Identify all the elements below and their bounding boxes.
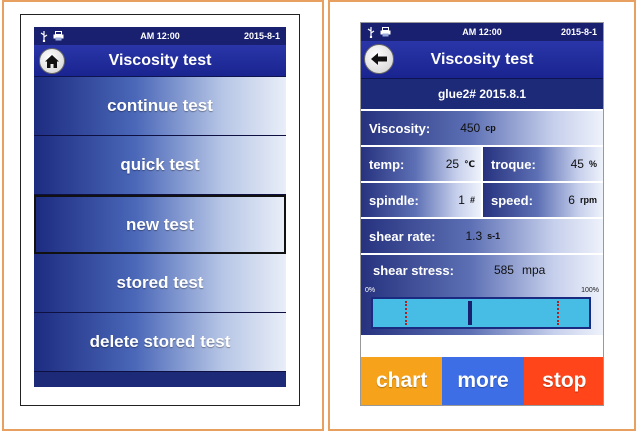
gauge-low-marker xyxy=(405,301,408,325)
test-screen-panel: AM 12:00 2015-8-1 Viscosity test glue2# … xyxy=(328,0,636,431)
menu-list: continue test quick test new test stored… xyxy=(34,77,286,387)
usb-icon xyxy=(367,26,375,38)
menu-item-delete-stored-test[interactable]: delete stored test xyxy=(34,313,286,372)
test-name-label: glue2# 2015.8.1 xyxy=(361,79,603,111)
printer-icon xyxy=(53,31,64,41)
viscosity-row: Viscosity: 450 cp xyxy=(361,111,603,147)
speed-value: 6 xyxy=(568,193,575,207)
shear-rate-unit: s-1 xyxy=(487,231,501,241)
menu-screen-panel: AM 12:00 2015-8-1 Viscosity test continu… xyxy=(2,0,324,431)
test-screen: AM 12:00 2015-8-1 Viscosity test glue2# … xyxy=(360,22,604,406)
menu-item-stored-test[interactable]: stored test xyxy=(34,254,286,313)
printer-icon xyxy=(380,27,391,37)
spindle-value: 1 xyxy=(458,193,465,207)
page-title: Viscosity test xyxy=(108,51,212,69)
speed-unit: rpm xyxy=(579,195,597,205)
device-bezel: AM 12:00 2015-8-1 Viscosity test continu… xyxy=(20,14,300,406)
troque-value: 45 xyxy=(570,157,584,171)
shear-stress-gauge xyxy=(371,297,591,329)
troque-cell: troque: 45 % xyxy=(481,147,603,181)
shear-rate-cell: shear rate: 1.3 s-1 xyxy=(361,219,603,253)
speed-label: speed: xyxy=(491,192,533,208)
spindle-speed-row: spindle: 1 # speed: 6 rpm xyxy=(361,183,603,219)
menu-item-quick-test[interactable]: quick test xyxy=(34,136,286,195)
viscosity-label: Viscosity: xyxy=(369,120,431,136)
status-bar: AM 12:00 2015-8-1 xyxy=(34,27,286,45)
gauge-max-label: 100% xyxy=(581,287,599,294)
bottom-action-bar: chart more stop xyxy=(361,357,603,405)
temp-unit: ℃ xyxy=(464,158,475,169)
viscosity-value: 450 xyxy=(460,121,481,135)
shear-rate-row: shear rate: 1.3 s-1 xyxy=(361,219,603,255)
gauge-min-label: 0% xyxy=(365,287,376,294)
temp-cell: temp: 25 ℃ xyxy=(361,147,481,181)
temp-troque-row: temp: 25 ℃ troque: 45 % xyxy=(361,147,603,183)
temp-label: temp: xyxy=(369,156,405,172)
troque-label: troque: xyxy=(491,156,536,172)
gauge-needle xyxy=(468,301,473,325)
shear-rate-label: shear rate: xyxy=(369,228,436,244)
status-bar: AM 12:00 2015-8-1 xyxy=(361,23,603,41)
shear-stress-unit: mpa xyxy=(521,263,546,277)
menu-item-continue-test[interactable]: continue test xyxy=(34,77,286,136)
viscosity-cell: Viscosity: 450 cp xyxy=(361,111,603,145)
spindle-label: spindle: xyxy=(369,192,419,208)
chart-button[interactable]: chart xyxy=(361,357,443,405)
menu-title-bar: Viscosity test xyxy=(34,45,286,77)
shear-stress-panel: shear stress: 585 mpa 0% 100% xyxy=(361,255,603,335)
temp-value: 25 xyxy=(445,157,460,171)
page-title: Viscosity test xyxy=(430,50,534,68)
shear-rate-value: 1.3 xyxy=(465,229,483,243)
spindle-cell: spindle: 1 # xyxy=(361,183,481,217)
stop-button[interactable]: stop xyxy=(523,357,603,405)
viscosity-unit: cp xyxy=(485,123,496,133)
gauge-high-marker xyxy=(556,301,559,325)
more-button[interactable]: more xyxy=(442,357,524,405)
menu-screen: AM 12:00 2015-8-1 Viscosity test continu… xyxy=(34,27,286,387)
spindle-unit: # xyxy=(469,195,475,205)
menu-item-new-test[interactable]: new test xyxy=(34,195,286,254)
troque-unit: % xyxy=(588,159,597,169)
shear-stress-label: shear stress: xyxy=(373,262,454,278)
shear-stress-value: 585 xyxy=(493,263,514,277)
status-date: 2015-8-1 xyxy=(560,27,597,37)
test-title-bar: Viscosity test xyxy=(361,41,603,79)
usb-icon xyxy=(40,30,48,42)
status-date: 2015-8-1 xyxy=(243,31,280,41)
speed-cell: speed: 6 rpm xyxy=(481,183,603,217)
